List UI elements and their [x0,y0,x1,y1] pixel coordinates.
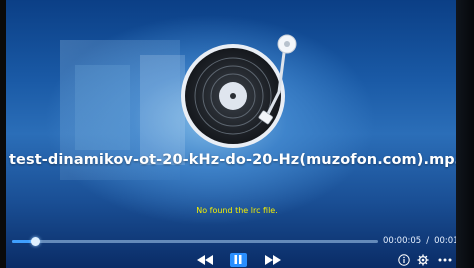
screen-glare [75,65,130,150]
progress-bar[interactable] [12,237,378,246]
screen-bezel-left [0,0,6,268]
progress-knob[interactable] [31,237,41,246]
pause-button-bg [229,252,247,267]
screen-glare [140,55,185,165]
track-title: test-dinamikov-ot-20-kHz-do-20-Hz(muzofo… [9,152,465,168]
vinyl-record-artwork [181,34,297,148]
rewind-icon [197,254,213,265]
info-icon [398,253,410,266]
lyrics-message: No found the lrc file. [196,206,278,215]
elapsed-time: 00:00:05 [383,236,422,246]
previous-button[interactable] [194,251,216,268]
time-separator: / [426,236,430,246]
more-button[interactable] [436,251,454,268]
playback-controls [0,251,474,268]
info-button[interactable] [396,251,412,268]
more-icon [438,258,452,261]
play-pause-button[interactable] [227,251,249,268]
settings-button[interactable] [415,251,431,268]
gear-icon [417,254,429,265]
next-button[interactable] [262,251,284,268]
screen-bezel-right [456,0,474,268]
fast-forward-icon [265,254,281,265]
pause-icon [234,255,242,264]
music-player-screen: test-dinamikov-ot-20-kHz-do-20-Hz(muzofo… [0,0,474,268]
